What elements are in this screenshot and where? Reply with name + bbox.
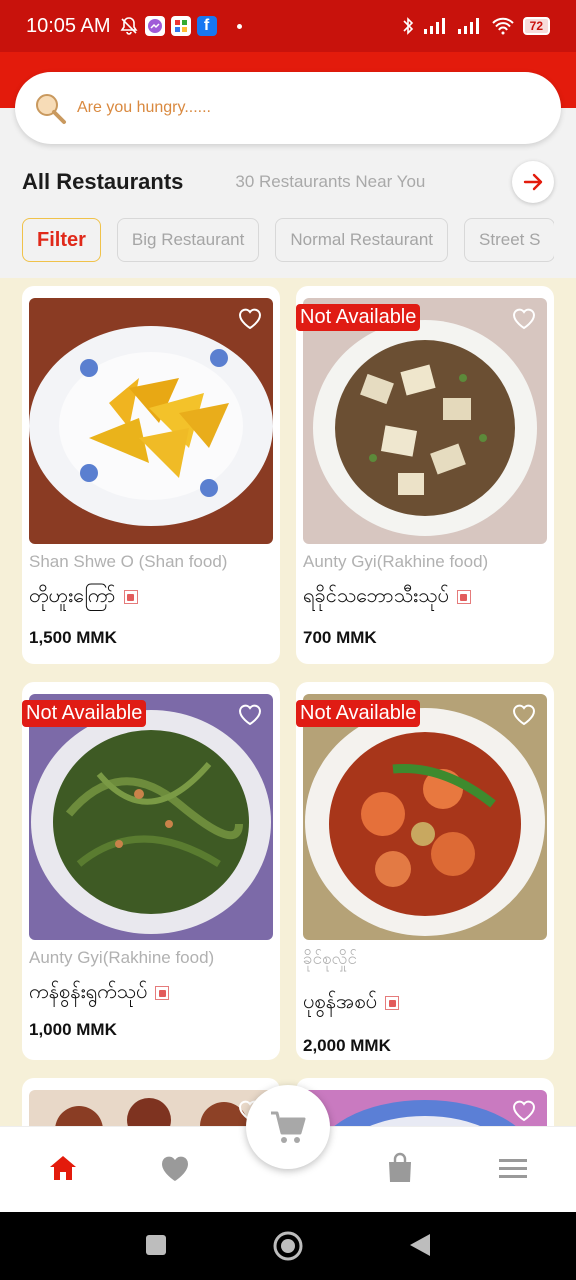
- favorite-icon[interactable]: [510, 304, 538, 332]
- restaurant-name: ခိုင်စုလှိုင်: [303, 949, 357, 968]
- filter-chip-normal-restaurant[interactable]: Normal Restaurant: [275, 218, 449, 262]
- dish-title: ပုစွန်အစပ်: [303, 989, 378, 1013]
- food-card[interactable]: Shan Shwe O (Shan food) တိုဟူးကြော် 1,50…: [22, 286, 280, 664]
- search-input[interactable]: Are you hungry......: [77, 99, 211, 117]
- bell-off-icon: [120, 17, 138, 35]
- menu-icon[interactable]: [496, 1151, 530, 1185]
- food-card[interactable]: [22, 1078, 280, 1126]
- restaurant-name: Aunty Gyi(Rakhine food): [29, 948, 215, 967]
- battery-indicator: 72: [522, 17, 550, 35]
- wifi-icon: [491, 17, 514, 35]
- not-available-badge: Not Available: [22, 700, 147, 727]
- price: 1,000 MMK: [29, 1020, 117, 1039]
- filter-chip-filter[interactable]: Filter: [22, 218, 101, 262]
- search-icon: [33, 91, 67, 125]
- arrow-right-icon: [523, 173, 543, 191]
- bag-icon[interactable]: [383, 1151, 417, 1185]
- food-card[interactable]: Not Available Aunty Gyi(Rakhine food) ရခ…: [296, 286, 554, 664]
- recents-icon[interactable]: [145, 1234, 167, 1256]
- favorite-icon[interactable]: [510, 700, 538, 728]
- cart-button[interactable]: [246, 1085, 330, 1169]
- dish-name: တိုဟူးကြော်: [29, 582, 138, 612]
- food-type-icon: [385, 996, 400, 1010]
- price: 700 MMK: [303, 628, 377, 647]
- favorite-icon[interactable]: [236, 700, 264, 728]
- filter-chip-street[interactable]: Street S: [464, 218, 554, 262]
- system-status: 72: [401, 16, 550, 36]
- search-bar[interactable]: Are you hungry......: [15, 72, 561, 144]
- food-type-icon: [155, 986, 170, 1000]
- food-image: [303, 298, 547, 544]
- page-title: All Restaurants: [22, 169, 184, 194]
- price: 2,000 MMK: [303, 1036, 391, 1055]
- favorite-icon[interactable]: [236, 304, 264, 332]
- app-icon: [170, 16, 191, 36]
- see-all-button[interactable]: [512, 161, 554, 203]
- facebook-icon: f: [196, 16, 217, 36]
- section-header: All Restaurants 30 Restaurants Near You: [22, 160, 554, 204]
- heart-icon[interactable]: [158, 1151, 192, 1185]
- food-image: [303, 694, 547, 940]
- signal-icon-2: [457, 18, 479, 34]
- dish-name: ရခိုင်သဘောသီးသုပ်: [303, 582, 471, 612]
- signal-icon: [423, 18, 445, 34]
- bluetooth-icon: [403, 17, 413, 35]
- dish-name: ပုစွန်အစပ်: [303, 988, 400, 1018]
- food-image: [29, 298, 273, 544]
- restaurant-name: Shan Shwe O (Shan food): [29, 552, 228, 571]
- food-type-icon: [123, 590, 138, 604]
- status-bar: 10:05 AM f 72: [0, 0, 576, 52]
- dot-icon: [236, 23, 242, 29]
- food-type-icon: [456, 590, 471, 604]
- dish-title: ရခိုင်သဘောသီးသုပ်: [303, 583, 449, 607]
- filter-chip-big-restaurant[interactable]: Big Restaurant: [116, 218, 260, 262]
- dish-name: ကန်စွန်းရွက်သုပ်: [29, 978, 170, 1008]
- back-icon[interactable]: [408, 1232, 432, 1258]
- system-nav-bar: [0, 1212, 576, 1280]
- food-image: [29, 694, 273, 940]
- favorite-icon[interactable]: [510, 1096, 538, 1124]
- restaurant-name: Aunty Gyi(Rakhine food): [303, 552, 489, 571]
- home-icon[interactable]: [46, 1151, 80, 1185]
- filter-chips: Filter Big Restaurant Normal Restaurant …: [22, 218, 554, 262]
- dish-title: ကန်စွန်းရွက်သုပ်: [29, 979, 148, 1003]
- not-available-badge: Not Available: [296, 700, 421, 727]
- price: 1,500 MMK: [29, 628, 117, 647]
- food-card[interactable]: Not Available ခိုင်စုလှိုင် ပုစွန်အစပ် 2…: [296, 682, 554, 1060]
- restaurant-grid: Shan Shwe O (Shan food) တိုဟူးကြော် 1,50…: [0, 278, 576, 1126]
- notification-icons: f: [119, 16, 242, 36]
- home-button-icon[interactable]: [272, 1230, 304, 1262]
- near-count: 30 Restaurants Near You: [235, 172, 426, 191]
- dish-title: တိုဟူးကြော်: [29, 583, 116, 607]
- messenger-icon: [144, 16, 165, 36]
- food-card[interactable]: Not Available Aunty Gyi(Rakhine food) ကန…: [22, 682, 280, 1060]
- status-time: 10:05 AM: [26, 14, 111, 37]
- not-available-badge: Not Available: [296, 304, 421, 331]
- food-card[interactable]: [296, 1078, 554, 1126]
- cart-icon: [271, 1111, 306, 1143]
